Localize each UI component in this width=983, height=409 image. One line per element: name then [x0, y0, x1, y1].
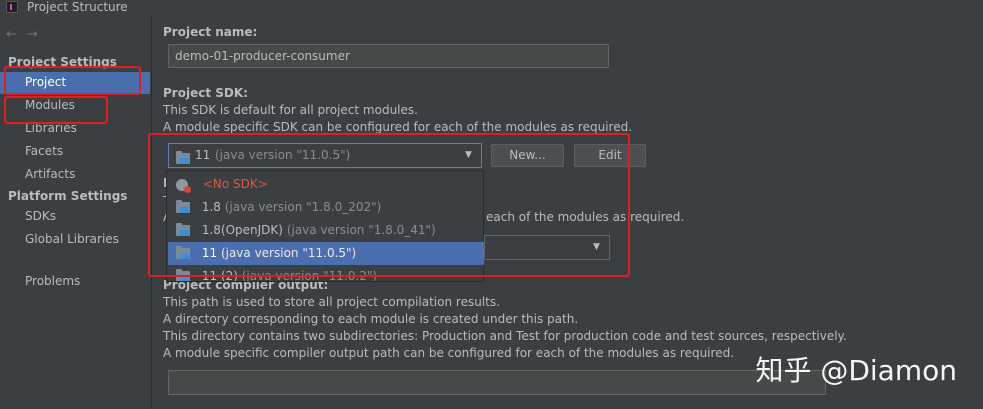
sidebar-item-facets[interactable]: Facets [0, 141, 150, 163]
project-sdk-desc-2: A module specific SDK can be configured … [163, 120, 633, 134]
compiler-output-desc-1: This path is used to store all project c… [163, 295, 500, 309]
title-bar: Project Structure [0, 0, 983, 16]
sidebar-item-problems[interactable]: Problems [0, 271, 150, 293]
window-title: Project Structure [27, 0, 128, 14]
back-arrow-icon[interactable]: ← [6, 27, 17, 42]
intellij-app-icon [6, 1, 18, 13]
project-name-input[interactable]: demo-01-producer-consumer [168, 44, 609, 68]
sidebar-item-artifacts[interactable]: Artifacts [0, 164, 150, 186]
compiler-output-desc-4: A module specific compiler output path c… [163, 346, 735, 360]
compiler-output-path-input[interactable] [168, 370, 826, 395]
sidebar-item-sdks[interactable]: SDKs [0, 206, 150, 228]
platform-settings-header: Platform Settings [8, 189, 128, 203]
highlight-box-modules [4, 96, 108, 124]
forward-arrow-icon[interactable]: → [27, 27, 38, 42]
compiler-output-desc-3: This directory contains two subdirectori… [163, 329, 847, 343]
highlight-box-sdk [148, 133, 630, 277]
watermark-text: 知乎 @Diamon [755, 354, 957, 387]
project-sdk-desc-1: This SDK is default for all project modu… [163, 103, 418, 117]
sidebar-item-global-libraries[interactable]: Global Libraries [0, 229, 150, 251]
compiler-output-desc-2: A directory corresponding to each module… [163, 312, 579, 326]
highlight-box-project [4, 66, 141, 95]
project-sdk-label: Project SDK: [163, 86, 248, 100]
project-name-label: Project name: [163, 25, 258, 39]
